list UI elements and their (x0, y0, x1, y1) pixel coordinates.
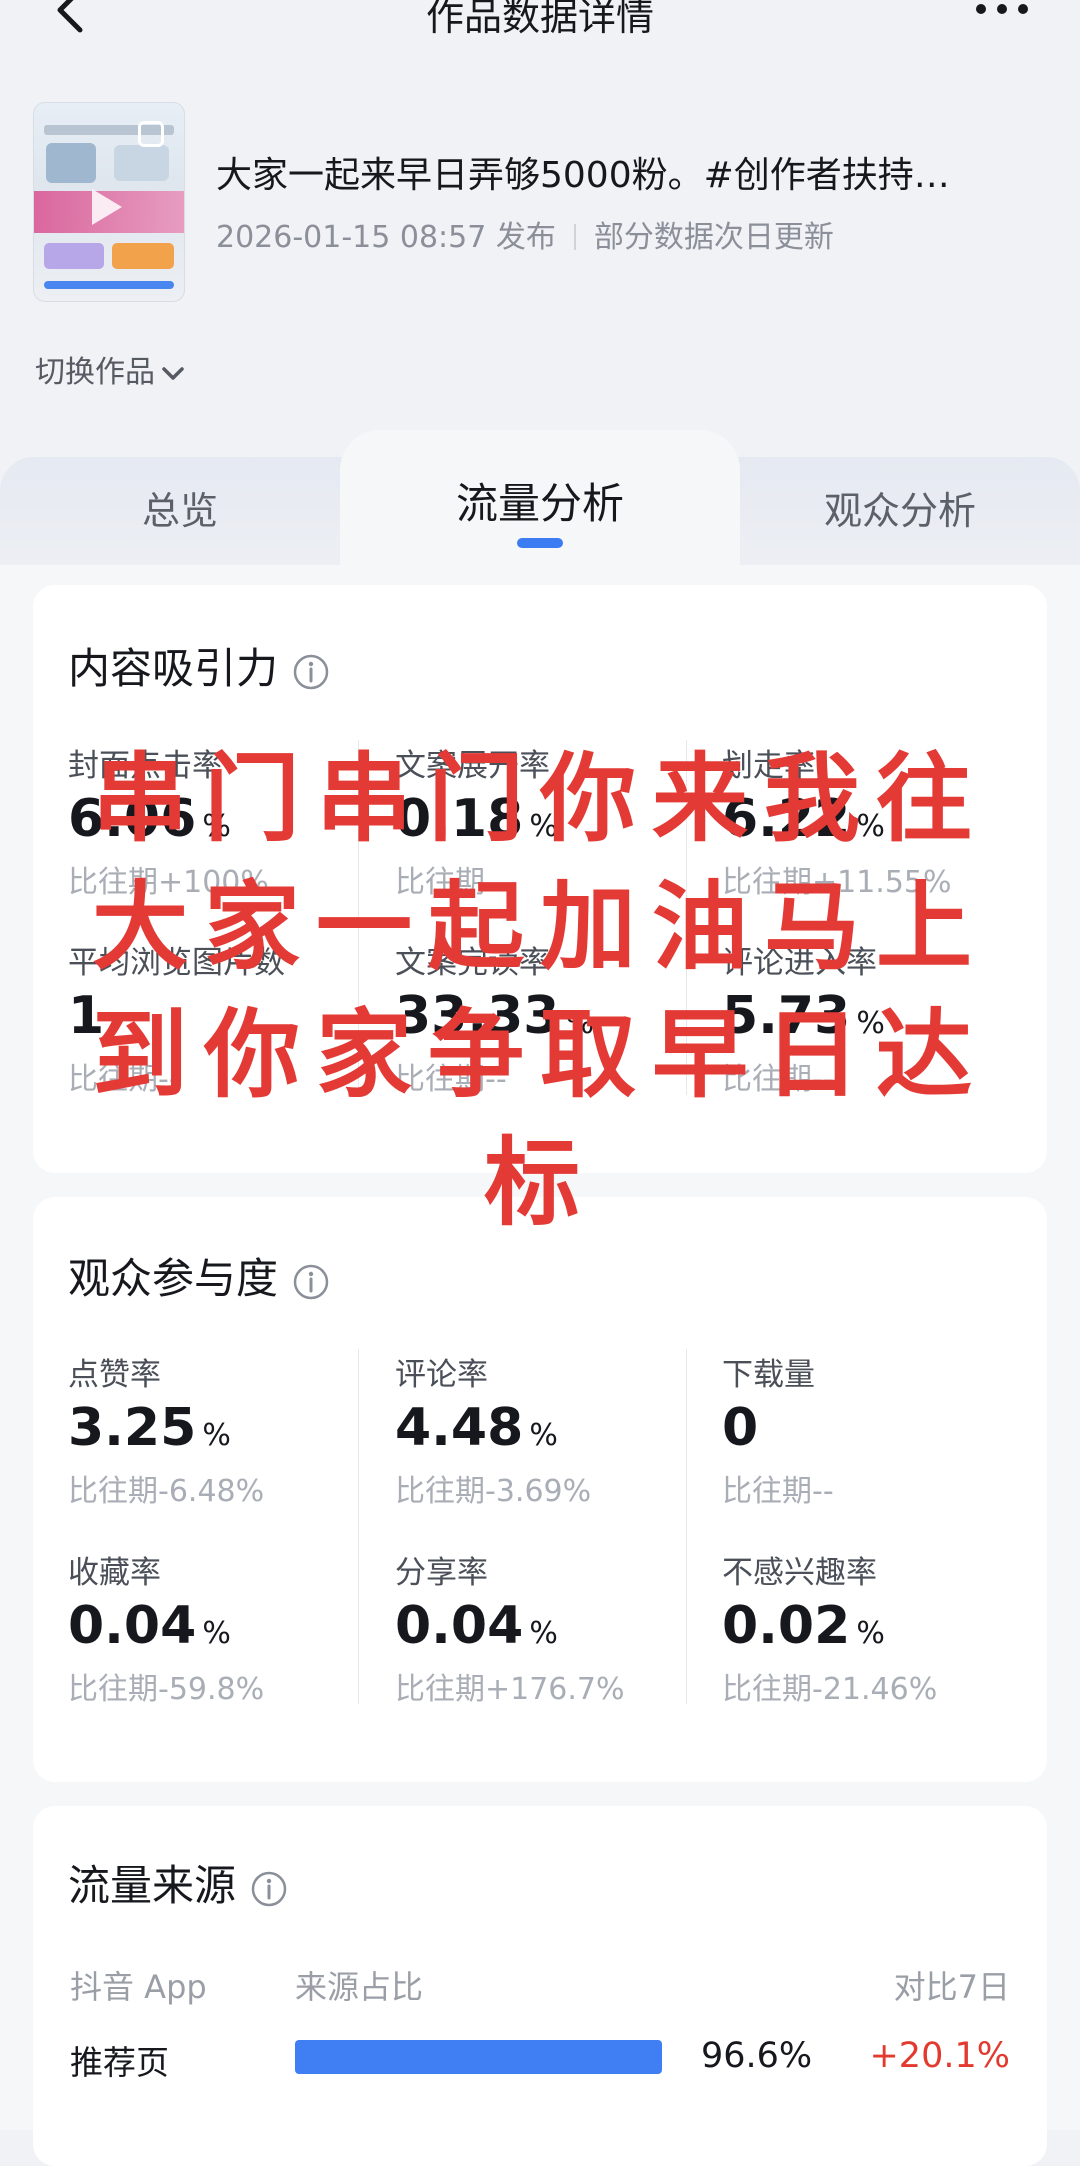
top-bar: 作品数据详情 (0, 0, 1080, 60)
tab-bar: 总览 流量分析 观众分析 (0, 430, 1080, 587)
meta-divider (573, 224, 576, 250)
tab-overview[interactable]: 总览 (0, 480, 360, 535)
work-thumbnail[interactable] (33, 102, 185, 302)
publish-time: 2026-01-15 08:57 发布 (216, 220, 556, 255)
traffic-source-title: 流量来源 (68, 1852, 288, 1913)
more-options-icon[interactable] (974, 2, 1030, 16)
source-share-value: 96.6% (701, 2036, 813, 2076)
switch-work-button[interactable]: 切换作品 (35, 347, 185, 391)
compare-column-header: 对比7日 (893, 1968, 1010, 2006)
work-info: 大家一起来早日弄够5000粉。#创作者扶持… 2026-01-15 08:57 … (33, 102, 1043, 302)
work-meta: 2026-01-15 08:57 发布 部分数据次日更新 (216, 212, 834, 256)
info-icon[interactable] (250, 1870, 288, 1908)
share-column-header: 来源占比 (295, 1968, 424, 2006)
page-title: 作品数据详情 (425, 0, 654, 39)
metric-share-rate: 分享率 0.04% 比往期+176.7% (395, 1555, 625, 1707)
metric-like-rate: 点赞率 3.25% 比往期-6.48% (68, 1357, 265, 1509)
traffic-source-card: 流量来源 抖音 App 来源占比 对比7日 推荐页 96.6% +20.1% (33, 1806, 1047, 2166)
source-change-value: +20.1% (869, 2036, 1010, 2076)
content-appeal-title: 内容吸引力 (68, 635, 330, 696)
overlay-caption: 串门串门你来我往 大家一起加油马上 到你家争取早日达 标 (0, 735, 1080, 1247)
source-column-header: 抖音 App (70, 1968, 207, 2006)
overlay-line-2: 大家一起加油马上 (92, 871, 988, 983)
audience-engagement-title: 观众参与度 (68, 1245, 330, 1306)
source-share-bar (295, 2040, 662, 2074)
update-note: 部分数据次日更新 (593, 220, 834, 255)
overlay-line-3: 到你家争取早日达 (92, 999, 988, 1111)
work-title[interactable]: 大家一起来早日弄够5000粉。#创作者扶持… (216, 146, 1046, 198)
overlay-line-1: 串门串门你来我往 (92, 743, 988, 855)
tab-traffic-analysis[interactable]: 流量分析 (360, 470, 720, 531)
metric-not-interested-rate: 不感兴趣率 0.02% 比往期-21.46% (722, 1555, 938, 1707)
info-icon[interactable] (292, 653, 330, 691)
overlay-line-4: 标 (484, 1127, 596, 1239)
tab-audience-analysis[interactable]: 观众分析 (720, 480, 1080, 535)
info-icon[interactable] (292, 1263, 330, 1301)
play-icon (92, 189, 122, 225)
chevron-down-icon (162, 366, 184, 380)
source-row-label: 推荐页 (70, 2043, 169, 2082)
metric-downloads: 下载量 0 比往期-- (722, 1357, 834, 1509)
metric-comment-rate: 评论率 4.48% 比往期-3.69% (395, 1357, 592, 1509)
audience-engagement-card: 观众参与度 点赞率 3.25% 比往期-6.48% 评论率 4.48% 比往期-… (33, 1197, 1047, 1782)
active-tab-indicator (517, 538, 563, 548)
multi-image-icon (138, 121, 164, 147)
switch-work-label: 切换作品 (35, 355, 155, 390)
metric-favorite-rate: 收藏率 0.04% 比往期-59.8% (68, 1555, 265, 1707)
